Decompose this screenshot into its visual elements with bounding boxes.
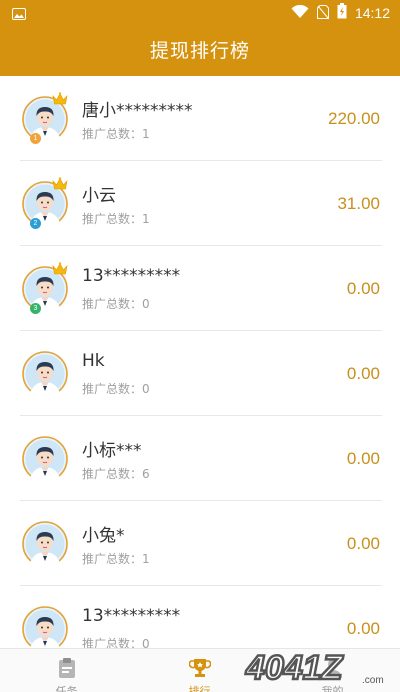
promotion-count: 推广总数：6 — [82, 467, 150, 481]
crown-icon — [52, 260, 68, 279]
promotion-count: 推广总数：1 — [82, 127, 150, 141]
avatar — [22, 436, 68, 482]
svg-text:.com: .com — [362, 675, 384, 686]
user-name: 唐小********* — [82, 101, 193, 121]
user-name: 小标*** — [82, 441, 142, 461]
ranking-row[interactable]: 小兔* 推广总数：1 0.00 — [0, 501, 400, 586]
ranking-row[interactable]: 13********* 推广总数：0 0.00 — [0, 586, 400, 648]
ranking-row[interactable]: Hk 推广总数：0 0.00 — [0, 331, 400, 416]
page-title: 提现排行榜 — [149, 40, 250, 62]
ranking-row[interactable]: 1 唐小********* 推广总数：1 220.00 — [0, 76, 400, 161]
withdraw-amount: 220.00 — [328, 109, 380, 128]
no-sim-icon — [316, 4, 329, 23]
promotion-count: 推广总数：0 — [82, 637, 150, 648]
user-name: 小兔* — [82, 526, 125, 546]
clipboard-icon — [57, 657, 77, 683]
withdraw-amount: 0.00 — [346, 279, 380, 298]
avatar — [22, 521, 68, 567]
battery-charging-icon — [337, 3, 347, 23]
withdraw-amount: 0.00 — [346, 534, 380, 553]
avatar — [22, 351, 68, 397]
user-name: 小云 — [82, 186, 116, 206]
withdraw-amount: 0.00 — [346, 619, 380, 638]
crown-icon — [52, 175, 68, 194]
rank-badge: 2 — [30, 218, 41, 229]
withdraw-amount: 0.00 — [346, 364, 380, 383]
user-name: 13********* — [82, 606, 181, 626]
trophy-icon — [188, 657, 211, 683]
ranking-list[interactable]: 1 唐小********* 推广总数：1 220.00 2 小云 推广总数：1 … — [0, 76, 400, 648]
crown-icon — [52, 90, 68, 109]
svg-text:4041Z: 4041Z — [245, 649, 344, 687]
status-bar: 14:12 — [0, 0, 400, 26]
withdraw-amount: 31.00 — [337, 194, 380, 213]
rank-badge: 3 — [30, 303, 41, 314]
wifi-icon — [291, 4, 309, 23]
promotion-count: 推广总数：0 — [82, 382, 150, 396]
user-name: 13********* — [82, 266, 181, 286]
ranking-row[interactable]: 小标*** 推广总数：6 0.00 — [0, 416, 400, 501]
user-name: Hk — [82, 351, 105, 371]
nav-tab-task[interactable]: 任务 — [0, 649, 133, 692]
avatar — [22, 606, 68, 648]
ranking-row[interactable]: 3 13********* 推广总数：0 0.00 — [0, 246, 400, 331]
watermark-logo: 4041Z .com — [242, 643, 392, 689]
promotion-count: 推广总数：1 — [82, 552, 150, 566]
promotion-count: 推广总数：0 — [82, 297, 150, 311]
withdraw-amount: 0.00 — [346, 449, 380, 468]
image-notification-icon — [12, 5, 26, 24]
ranking-row[interactable]: 2 小云 推广总数：1 31.00 — [0, 161, 400, 246]
app-header: 提现排行榜 — [0, 26, 400, 76]
rank-badge: 1 — [30, 133, 41, 144]
promotion-count: 推广总数：1 — [82, 212, 150, 226]
status-time: 14:12 — [354, 5, 390, 21]
